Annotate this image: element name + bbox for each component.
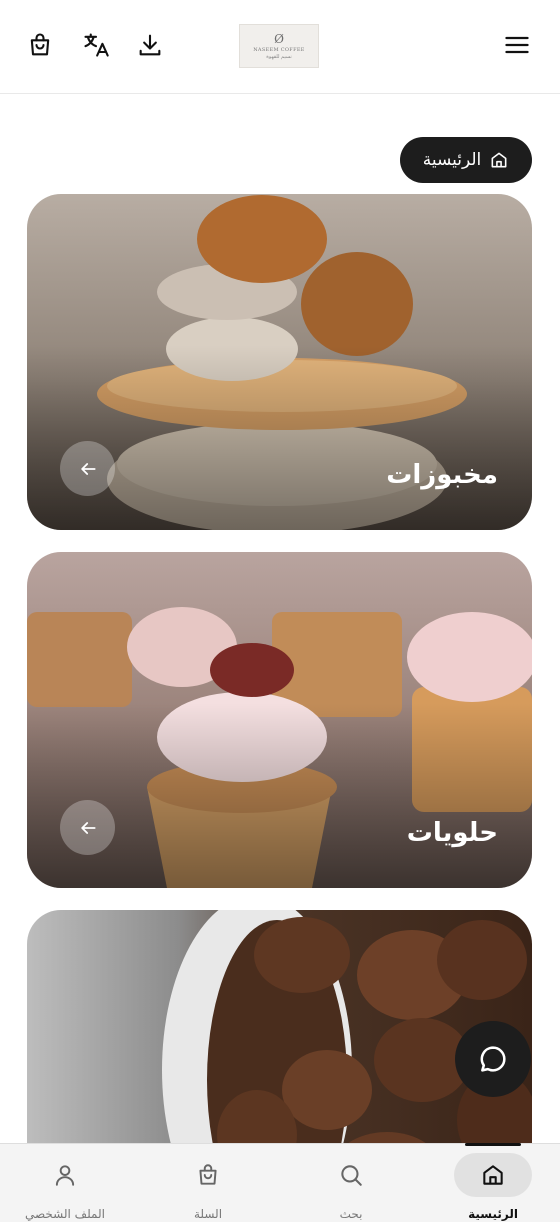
nav-label: الملف الشخصي bbox=[25, 1207, 105, 1221]
arrow-left-icon[interactable] bbox=[60, 800, 115, 855]
logo-name: NASEEM COFFEE bbox=[253, 46, 305, 53]
bag-icon[interactable] bbox=[23, 28, 57, 62]
chat-button[interactable] bbox=[455, 1021, 531, 1097]
arrow-left-icon[interactable] bbox=[60, 441, 115, 496]
breadcrumb-label: الرئيسية bbox=[422, 150, 482, 170]
logo-mark: Ø bbox=[274, 31, 284, 46]
download-icon[interactable] bbox=[133, 28, 167, 62]
bag-icon bbox=[199, 1164, 217, 1185]
logo-name-ar: نسيم للقهوة bbox=[266, 53, 292, 60]
breadcrumb-home[interactable]: الرئيسية bbox=[400, 137, 532, 183]
nav-item-home[interactable]: الرئيسية bbox=[423, 1144, 560, 1222]
brand-logo[interactable]: Ø NASEEM COFFEE نسيم للقهوة bbox=[239, 24, 319, 68]
translate-icon[interactable] bbox=[79, 28, 113, 62]
home-icon bbox=[491, 152, 507, 168]
category-card-sweets[interactable]: حلويات bbox=[27, 552, 532, 888]
nav-label: الرئيسية bbox=[468, 1207, 518, 1221]
nav-item-profile[interactable]: الملف الشخصي bbox=[0, 1144, 135, 1222]
home-icon bbox=[483, 1165, 503, 1185]
nav-active-indicator bbox=[465, 1143, 521, 1146]
category-title: حلويات bbox=[406, 818, 498, 848]
chat-bubble-icon bbox=[480, 1046, 506, 1072]
nav-item-search[interactable]: بحث bbox=[281, 1144, 421, 1222]
nav-label: السلة bbox=[193, 1207, 223, 1221]
category-title: مخبوزات bbox=[386, 460, 498, 490]
search-icon bbox=[341, 1165, 362, 1186]
bottom-navigation: الرئيسية بحث السلة الملف الشخصي bbox=[0, 1143, 560, 1222]
menu-icon[interactable] bbox=[500, 28, 534, 62]
category-card-bakery[interactable]: مخبوزات bbox=[27, 194, 532, 530]
person-icon bbox=[55, 1165, 75, 1186]
nav-label: بحث bbox=[339, 1207, 363, 1221]
app-header: Ø NASEEM COFFEE نسيم للقهوة bbox=[0, 0, 560, 94]
nav-item-cart[interactable]: السلة bbox=[138, 1144, 278, 1222]
